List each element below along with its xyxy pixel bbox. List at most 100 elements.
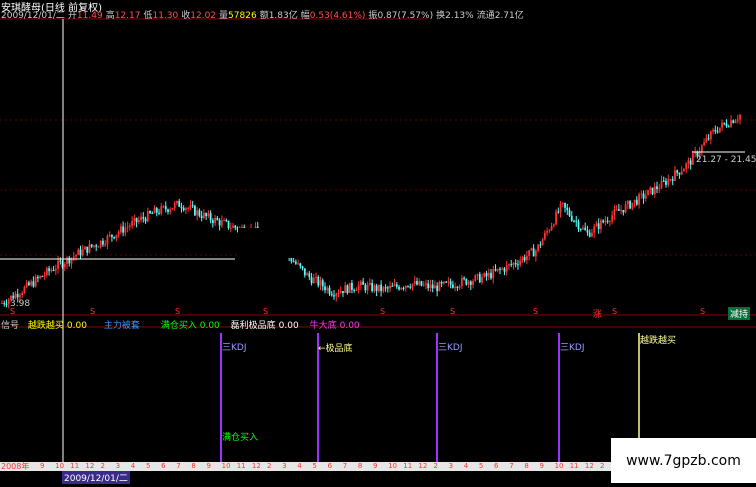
candle-body [413,281,416,284]
candle-body [355,289,358,291]
candle-body [220,220,223,226]
candle-body [465,278,468,285]
candle-body [514,263,517,265]
candle-body [434,285,436,289]
candle-body [662,180,665,182]
price-range-label: 21.27 - 21.45 [696,155,756,165]
candle-body [584,227,587,231]
month-tick: 7 [342,462,348,470]
candle-body [39,276,42,279]
candle-body [552,224,555,227]
watermark: www.7gpzb.com [611,438,756,483]
candle-body [232,225,234,228]
candle-body [402,287,405,289]
candle-body [443,281,445,284]
candle-body [140,216,142,220]
candle-body [573,220,575,222]
candle-body [178,200,181,207]
candle-body [714,129,717,132]
candle-body [126,226,129,228]
candle-body [429,284,432,289]
candle-body [420,281,423,286]
candle-body [223,220,225,222]
kdj-signal-label-2: 三KDJ [438,343,463,353]
yuedie-signal-label: 越跌越买 [640,336,677,346]
month-tick: 8 [524,462,529,470]
header-open-label: 开 [67,11,77,21]
candle-body [77,249,80,255]
ind-niudadi-name: 牛大底 [309,321,337,331]
candle-body [30,281,33,286]
candle-body [36,277,39,279]
candle-body [624,204,627,213]
ind-zhuli-name: 主力被套 [103,321,140,331]
candle-body [626,201,629,205]
candle-body [734,120,737,123]
candle-body [357,285,360,290]
month-tick: 11 [236,462,246,470]
month-tick: 10 [55,462,65,470]
candle-body [337,293,340,295]
candle-body [196,210,199,216]
candle-body [351,282,353,290]
candle-body [81,249,84,256]
month-tick: 2 [267,462,272,470]
candle-body [373,285,376,292]
candle-body [144,218,147,222]
month-tick: 5 [478,462,484,470]
s-marker: S [175,307,181,316]
candle-body [543,232,546,240]
candle-body [151,213,154,215]
candle-body [366,284,369,291]
kdj-signal-label-3: 三KDJ [560,343,585,353]
candle-body [449,281,452,285]
candle-body [19,295,21,298]
candle-body [505,265,508,272]
candle-body [191,205,194,207]
candle-body [642,193,645,199]
candle-body [730,120,732,127]
candle-body [308,273,311,278]
candle-body [34,277,37,287]
s-marker: S [90,307,96,316]
candle-body [649,187,652,190]
kdj-signal-label-1: 三KDJ [222,343,247,353]
candle-body [512,263,515,265]
header-open: 11.49 [76,11,103,21]
candle-body [676,170,679,173]
s-marker: S [380,307,386,316]
candle-body [153,208,156,214]
candle-body [671,179,674,181]
header-change: 0.53(4.61%) [309,11,366,21]
candle-body [185,208,187,211]
candle-body [160,206,163,214]
header-high: 12.17 [114,11,141,21]
candle-body [395,284,398,287]
candle-body [173,203,176,209]
month-tick: 9 [206,462,211,470]
candle-body [128,225,131,227]
candle-body [137,219,140,223]
candle-body [631,202,634,209]
header-volume-label: 量 [219,11,229,21]
header-low: 11.30 [152,11,179,21]
candle-body [638,194,640,205]
candle-body [32,281,35,287]
header-date: 2009/12/01/二 [1,11,65,21]
candle-body [595,223,598,227]
month-tick: 6 [327,462,333,470]
candle-body [182,208,185,211]
quote-header: 2009/12/01/二 开11.49 高12.17 低11.30 收12.02 量578… [1,8,527,21]
candle-body [593,226,596,233]
candle-body [739,114,741,120]
candle-body [523,257,526,261]
candle-body [299,263,302,267]
candle-body [167,209,169,212]
month-tick: 5 [312,462,317,470]
candle-body [566,207,569,211]
candle-body [472,280,474,285]
candle-body [456,286,459,288]
month-tick: 11 [70,462,80,470]
candle-body [79,249,82,256]
candle-body [189,205,192,208]
